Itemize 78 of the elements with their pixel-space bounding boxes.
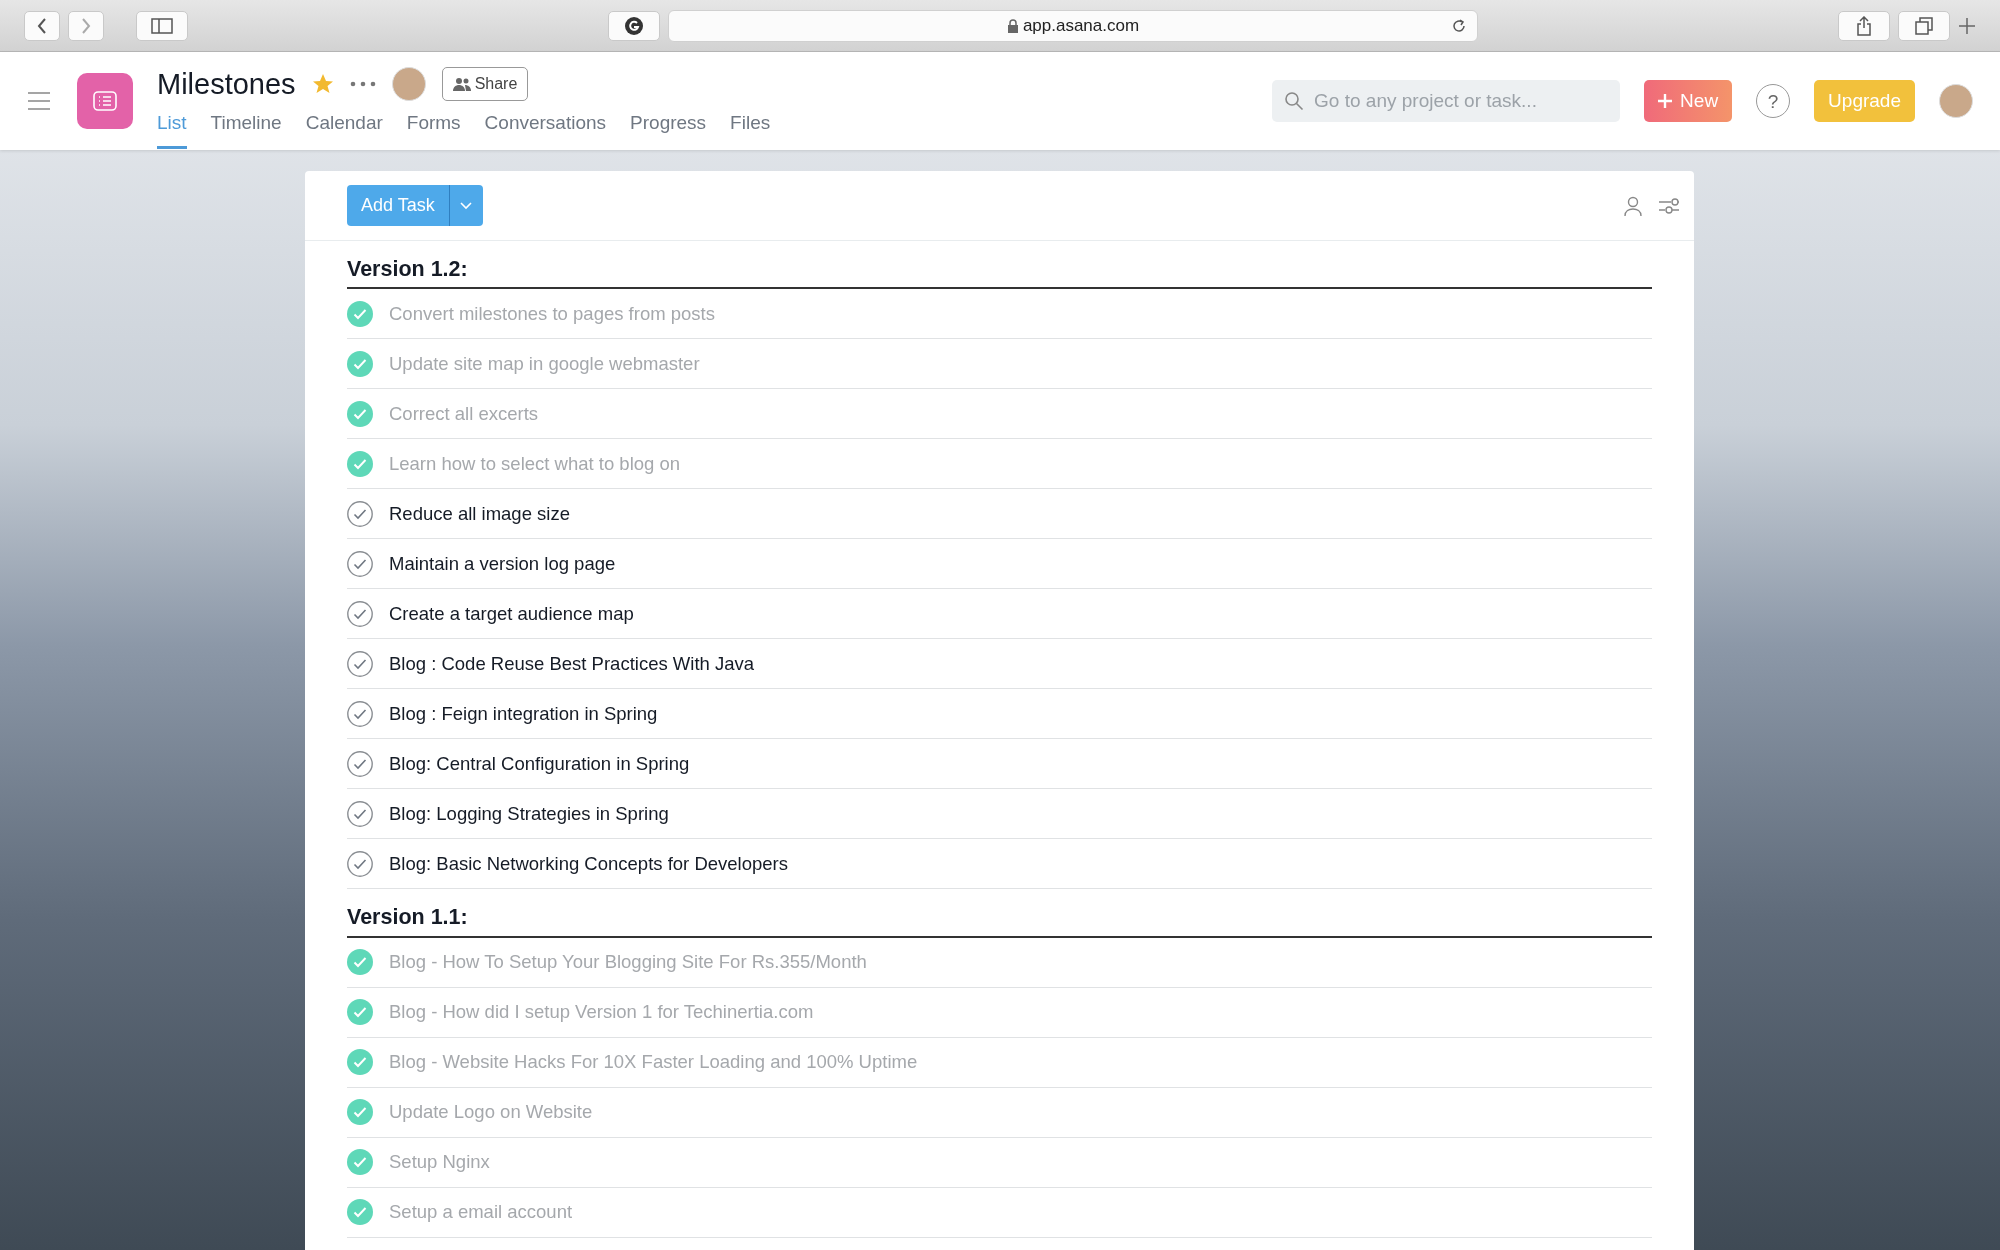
share-button[interactable]: Share bbox=[441, 67, 529, 102]
task-name[interactable]: Blog : Code Reuse Best Practices With Java bbox=[389, 649, 755, 678]
task-name[interactable]: Correct all excerts bbox=[389, 399, 539, 428]
tabs-icon bbox=[1915, 16, 1933, 35]
task-name[interactable]: Update Logo on Website bbox=[389, 1098, 593, 1126]
new-tab-icon[interactable] bbox=[1958, 16, 1976, 35]
forward-icon bbox=[80, 16, 92, 35]
task-name[interactable]: Blog - How did I setup Version 1 for Techinertia.com bbox=[389, 998, 814, 1026]
url-text: app.asana.com bbox=[1022, 14, 1140, 37]
task-name[interactable]: Reduce all image size bbox=[389, 499, 570, 528]
task-name[interactable]: Learn how to select what to blog on bbox=[389, 449, 681, 478]
checkmark-icon[interactable] bbox=[347, 400, 373, 427]
tab[interactable]: Timeline bbox=[210, 109, 282, 149]
task-name[interactable]: Blog: Central Configuration in Spring bbox=[389, 749, 690, 778]
tab[interactable]: Forms bbox=[406, 109, 461, 149]
task-name[interactable]: Setup Nginx bbox=[389, 1148, 490, 1176]
checkmark-icon[interactable] bbox=[347, 600, 373, 627]
task-name[interactable]: Setup a email account bbox=[389, 1198, 573, 1226]
people-icon bbox=[452, 77, 471, 92]
sidebar-button[interactable] bbox=[136, 10, 188, 41]
task-name[interactable]: Maintain a version log page bbox=[389, 549, 616, 578]
back-button[interactable] bbox=[24, 10, 60, 41]
tab[interactable]: List bbox=[157, 109, 187, 149]
share-icon bbox=[1856, 15, 1872, 36]
search-field[interactable]: Go to any project or task... bbox=[1272, 80, 1621, 122]
share-page-button[interactable] bbox=[1838, 10, 1890, 41]
new-button[interactable]: New bbox=[1644, 80, 1733, 122]
task-name[interactable]: Convert milestones to pages from posts bbox=[389, 299, 715, 328]
checkmark-icon[interactable] bbox=[347, 300, 373, 327]
tab[interactable]: Conversations bbox=[484, 109, 607, 149]
checkmark-icon[interactable] bbox=[347, 450, 373, 477]
task-name[interactable]: Blog: Logging Strategies in Spring bbox=[389, 799, 669, 828]
avatar[interactable] bbox=[1939, 84, 1973, 118]
checkmark-icon[interactable] bbox=[347, 850, 373, 877]
checkmark-icon[interactable] bbox=[347, 949, 373, 975]
sidebar-icon bbox=[151, 17, 173, 34]
checkmark-icon[interactable] bbox=[347, 500, 373, 527]
checkmark-icon[interactable] bbox=[347, 750, 373, 777]
lock-icon bbox=[1006, 18, 1019, 33]
list-icon bbox=[93, 91, 117, 111]
forward-button[interactable] bbox=[68, 10, 104, 41]
search-icon bbox=[1284, 91, 1305, 111]
dropdown-button[interactable] bbox=[448, 185, 483, 226]
avatar[interactable] bbox=[391, 67, 426, 102]
plus-icon bbox=[1658, 94, 1673, 108]
section-heading: Version 1.2: bbox=[347, 241, 1652, 290]
more-icon[interactable] bbox=[349, 81, 376, 88]
checkmark-icon[interactable] bbox=[347, 700, 373, 727]
checkmark-icon[interactable] bbox=[347, 650, 373, 677]
task-name[interactable]: Create a target audience map bbox=[389, 599, 634, 628]
checkmark-icon[interactable] bbox=[347, 800, 373, 827]
section-heading: Version 1.1: bbox=[347, 889, 1652, 938]
add-task-button[interactable]: Add Task bbox=[347, 185, 449, 226]
filter-icon[interactable] bbox=[1658, 196, 1680, 215]
checkmark-icon[interactable] bbox=[347, 999, 373, 1025]
help-button[interactable]: ? bbox=[1756, 84, 1791, 118]
task-name[interactable]: Update site map in google webmaster bbox=[389, 349, 700, 378]
task-name[interactable]: Blog : Feign integration in Spring bbox=[389, 699, 658, 728]
back-icon bbox=[36, 16, 48, 35]
caret-icon bbox=[460, 201, 473, 210]
checkmark-icon[interactable] bbox=[347, 1199, 373, 1225]
checkmark-icon[interactable] bbox=[347, 1049, 373, 1075]
extension-button[interactable] bbox=[608, 10, 660, 41]
task-name[interactable]: Blog: Basic Networking Concepts for Developers bbox=[389, 849, 788, 878]
menu-icon[interactable] bbox=[27, 91, 51, 111]
task-name[interactable]: Blog - How To Setup Your Blogging Site For Rs.355/Month bbox=[389, 948, 867, 976]
checkmark-icon[interactable] bbox=[347, 1149, 373, 1175]
checkmark-icon[interactable] bbox=[347, 550, 373, 577]
person-icon[interactable] bbox=[1624, 195, 1642, 216]
tabs-button[interactable] bbox=[1898, 10, 1950, 41]
project-title: Milestones bbox=[157, 69, 296, 99]
tab[interactable]: Calendar bbox=[305, 109, 383, 149]
checkmark-icon[interactable] bbox=[347, 350, 373, 377]
task-name[interactable]: Blog - Website Hacks For 10X Faster Loading and 100% Uptime bbox=[389, 1048, 918, 1076]
tab[interactable]: Progress bbox=[630, 109, 707, 149]
checkmark-icon[interactable] bbox=[347, 1099, 373, 1125]
tab[interactable]: Files bbox=[730, 109, 771, 149]
reload-icon[interactable] bbox=[1451, 17, 1467, 34]
